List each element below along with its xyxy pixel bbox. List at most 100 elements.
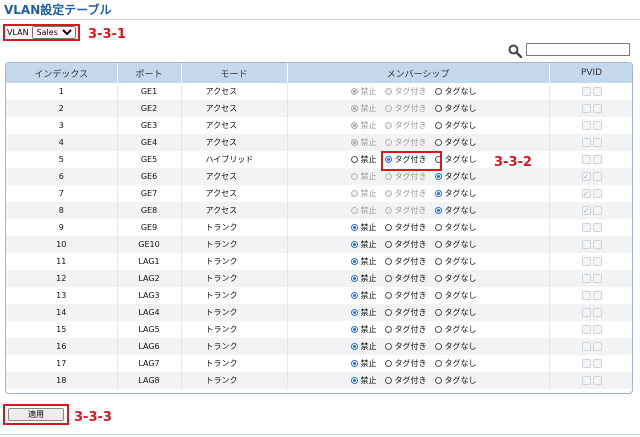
membership-option-untagged[interactable]: タグなし <box>434 205 477 216</box>
membership-option-untagged[interactable]: タグなし <box>434 307 477 318</box>
radio-label: タグなし <box>444 155 477 164</box>
radio-untagged[interactable] <box>434 173 442 180</box>
radio-tagged[interactable] <box>384 241 392 248</box>
membership-option-tagged: タグ付き <box>384 188 427 199</box>
radio-tagged[interactable] <box>384 224 392 231</box>
radio-forbid[interactable] <box>350 292 358 299</box>
membership-option-untagged[interactable]: タグなし <box>434 375 477 386</box>
membership-option-untagged[interactable]: タグなし <box>434 188 477 199</box>
radio-untagged[interactable] <box>434 275 442 282</box>
radio-tagged[interactable] <box>384 377 392 384</box>
membership-option-forbid[interactable]: 禁止 <box>350 307 377 318</box>
radio-forbid[interactable] <box>350 326 358 333</box>
membership-option-tagged[interactable]: タグ付き <box>384 341 427 352</box>
table-row: 14 LAG4 トランク 禁止 タグ付き タグなし <box>6 304 632 321</box>
membership-option-untagged[interactable]: タグなし <box>434 358 477 369</box>
membership-option-untagged[interactable]: タグなし <box>434 86 477 97</box>
radio-label: 禁止 <box>360 359 377 368</box>
radio-tagged[interactable] <box>384 292 392 299</box>
membership-option-untagged[interactable]: タグなし <box>434 273 477 284</box>
search-icon[interactable] <box>508 44 522 58</box>
membership-option-forbid[interactable]: 禁止 <box>350 154 377 165</box>
membership-option-forbid[interactable]: 禁止 <box>350 239 377 250</box>
radio-untagged[interactable] <box>434 377 442 384</box>
membership-option-untagged[interactable]: タグなし <box>434 239 477 250</box>
radio-label: 禁止 <box>360 308 377 317</box>
membership-option-untagged[interactable]: タグなし <box>434 222 477 233</box>
membership-option-tagged[interactable]: タグ付き <box>384 256 427 267</box>
radio-forbid[interactable] <box>350 343 358 350</box>
radio-forbid[interactable] <box>350 224 358 231</box>
radio-untagged[interactable] <box>434 258 442 265</box>
radio-tagged[interactable] <box>384 343 392 350</box>
radio-tagged[interactable] <box>384 275 392 282</box>
membership-option-forbid[interactable]: 禁止 <box>350 290 377 301</box>
vlan-label: VLAN <box>7 28 29 37</box>
radio-untagged[interactable] <box>434 190 442 197</box>
membership-option-forbid[interactable]: 禁止 <box>350 358 377 369</box>
radio-forbid[interactable] <box>350 377 358 384</box>
radio-untagged[interactable] <box>434 122 442 129</box>
row-pvid <box>549 270 632 287</box>
membership-option-tagged[interactable]: タグ付き <box>384 375 427 386</box>
membership-option-untagged[interactable]: タグなし <box>434 137 477 148</box>
membership-option-untagged[interactable]: タグなし <box>434 256 477 267</box>
radio-tagged[interactable] <box>384 258 392 265</box>
row-port: LAG1 <box>117 253 182 270</box>
radio-tagged[interactable] <box>384 360 392 367</box>
radio-untagged[interactable] <box>434 309 442 316</box>
radio-forbid[interactable] <box>350 309 358 316</box>
radio-untagged[interactable] <box>434 156 442 163</box>
membership-option-tagged[interactable]: タグ付き <box>384 290 427 301</box>
row-index: 12 <box>6 270 118 287</box>
radio-forbid[interactable] <box>350 258 358 265</box>
membership-option-tagged[interactable]: タグ付き <box>384 239 427 250</box>
radio-forbid[interactable] <box>350 360 358 367</box>
radio-untagged[interactable] <box>434 105 442 112</box>
radio-untagged[interactable] <box>434 343 442 350</box>
search-input[interactable] <box>526 43 630 56</box>
pvid-checkbox-secondary <box>592 223 602 232</box>
membership-option-forbid[interactable]: 禁止 <box>350 324 377 335</box>
membership-option-untagged[interactable]: タグなし <box>434 120 477 131</box>
membership-option-tagged[interactable]: タグ付き <box>384 273 427 284</box>
table-row: 16 LAG6 トランク 禁止 タグ付き タグなし <box>6 338 632 355</box>
membership-option-tagged[interactable]: タグ付き <box>384 324 427 335</box>
radio-untagged[interactable] <box>434 224 442 231</box>
pvid-checkbox <box>581 308 591 317</box>
radio-untagged[interactable] <box>434 139 442 146</box>
radio-untagged[interactable] <box>434 207 442 214</box>
membership-option-tagged[interactable]: タグ付き <box>384 358 427 369</box>
radio-forbid[interactable] <box>350 241 358 248</box>
membership-option-forbid[interactable]: 禁止 <box>350 341 377 352</box>
radio-forbid[interactable] <box>350 156 358 163</box>
radio-untagged[interactable] <box>434 241 442 248</box>
membership-option-untagged[interactable]: タグなし <box>434 290 477 301</box>
membership-option-tagged[interactable]: タグ付き <box>384 307 427 318</box>
vlan-select[interactable]: Sales <box>31 26 76 39</box>
radio-untagged[interactable] <box>434 326 442 333</box>
radio-tagged[interactable] <box>384 156 392 163</box>
membership-option-untagged[interactable]: タグなし <box>434 324 477 335</box>
radio-untagged[interactable] <box>434 292 442 299</box>
radio-tagged[interactable] <box>384 326 392 333</box>
membership-option-forbid[interactable]: 禁止 <box>350 375 377 386</box>
membership-option-untagged[interactable]: タグなし <box>434 341 477 352</box>
membership-option-tagged[interactable]: タグ付き <box>384 154 427 165</box>
membership-option-forbid[interactable]: 禁止 <box>350 273 377 284</box>
radio-tagged[interactable] <box>384 309 392 316</box>
row-mode: トランク <box>181 219 288 236</box>
membership-option-untagged[interactable]: タグなし <box>434 154 477 165</box>
radio-untagged[interactable] <box>434 360 442 367</box>
membership-option-tagged[interactable]: タグ付き <box>384 222 427 233</box>
radio-untagged[interactable] <box>434 88 442 95</box>
radio-forbid[interactable] <box>350 275 358 282</box>
membership-option-tagged: タグ付き <box>384 120 427 131</box>
membership-option-forbid[interactable]: 禁止 <box>350 222 377 233</box>
membership-option-untagged[interactable]: タグなし <box>434 171 477 182</box>
apply-button[interactable]: 適用 <box>8 408 64 421</box>
row-index: 2 <box>6 100 118 117</box>
membership-option-untagged[interactable]: タグなし <box>434 103 477 114</box>
membership-option-forbid[interactable]: 禁止 <box>350 256 377 267</box>
radio-label: タグなし <box>444 223 477 232</box>
